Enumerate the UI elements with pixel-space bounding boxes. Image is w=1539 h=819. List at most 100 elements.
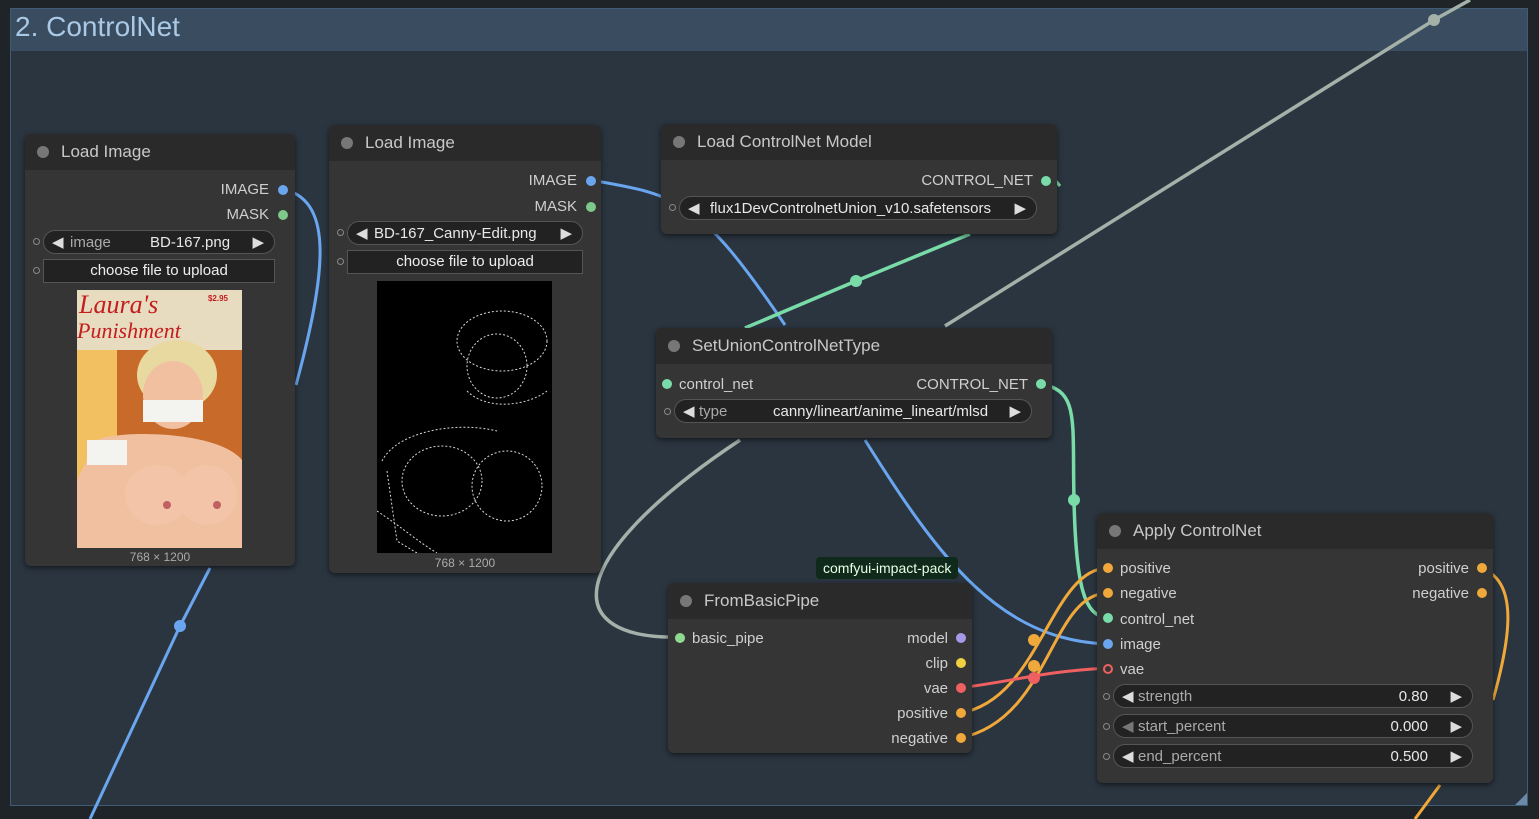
widget-input-dot[interactable] <box>669 204 676 211</box>
output-clip-socket[interactable] <box>956 658 966 668</box>
image-select[interactable]: ◀ BD-167_Canny-Edit.png ▶ <box>347 221 583 245</box>
widget-input-dot[interactable] <box>33 238 40 245</box>
input-basic-pipe-socket[interactable] <box>675 633 685 643</box>
output-mask-socket[interactable] <box>586 202 596 212</box>
controlnet-model-value: flux1DevControlnetUnion_v10.safetensors <box>710 200 991 217</box>
start-percent-slider[interactable]: ◀ start_percent 0.000 ▶ <box>1113 714 1473 738</box>
arrow-left-icon[interactable]: ◀ <box>683 402 695 420</box>
arrow-right-icon[interactable]: ▶ <box>1009 402 1021 420</box>
arrow-left-icon[interactable]: ◀ <box>1122 687 1134 705</box>
output-image-socket[interactable] <box>278 185 288 195</box>
wire-image-1-lower <box>88 567 212 819</box>
controlnet-model-select[interactable]: ◀ flux1DevControlnetUnion_v10.safetensor… <box>679 196 1037 220</box>
node-header[interactable]: Load Image <box>329 125 601 161</box>
collapse-dot-icon[interactable] <box>680 595 692 607</box>
widget-input-dot[interactable] <box>337 229 344 236</box>
node-header[interactable]: Load Image <box>25 134 295 170</box>
output-controlnet-socket[interactable] <box>1041 176 1051 186</box>
input-negative-socket[interactable] <box>1103 588 1113 598</box>
arrow-right-icon[interactable]: ▶ <box>1450 687 1462 705</box>
arrow-left-icon[interactable]: ◀ <box>356 224 368 242</box>
output-image-socket[interactable] <box>586 176 596 186</box>
arrow-left-icon[interactable]: ◀ <box>52 233 64 251</box>
output-negative-socket[interactable] <box>1477 588 1487 598</box>
wire-reroute-dot <box>1428 14 1440 26</box>
set-union-controlnet-type-node[interactable]: SetUnionControlNetType control_net CONTR… <box>656 328 1052 438</box>
load-image-node-1[interactable]: Load Image IMAGE MASK ◀ image BD-167.png… <box>25 134 295 566</box>
output-positive-label: positive <box>897 705 948 722</box>
output-model-label: model <box>907 630 948 647</box>
input-image-label: image <box>1120 636 1161 653</box>
output-vae-label: vae <box>923 680 948 697</box>
collapse-dot-icon[interactable] <box>341 137 353 149</box>
upload-button[interactable]: choose file to upload <box>43 259 275 283</box>
input-controlnet-socket[interactable] <box>1103 613 1113 623</box>
output-mask-label: MASK <box>534 198 577 215</box>
image-select[interactable]: ◀ image BD-167.png ▶ <box>43 230 275 254</box>
end-percent-value: 0.500 <box>1390 748 1428 765</box>
output-positive-socket[interactable] <box>1477 563 1487 573</box>
output-mask-socket[interactable] <box>278 210 288 220</box>
type-select[interactable]: ◀ type canny/lineart/anime_lineart/mlsd … <box>674 399 1032 423</box>
widget-input-dot[interactable] <box>1103 723 1110 730</box>
output-controlnet-socket[interactable] <box>1036 379 1046 389</box>
collapse-dot-icon[interactable] <box>673 136 685 148</box>
type-select-value: canny/lineart/anime_lineart/mlsd <box>773 403 989 420</box>
node-header[interactable]: SetUnionControlNetType <box>656 328 1052 364</box>
widget-input-dot[interactable] <box>1103 753 1110 760</box>
output-controlnet-label: CONTROL_NET <box>916 376 1028 393</box>
widget-input-dot[interactable] <box>337 258 344 265</box>
arrow-right-icon[interactable]: ▶ <box>1450 747 1462 765</box>
input-positive-label: positive <box>1120 560 1171 577</box>
output-controlnet-label: CONTROL_NET <box>921 172 1033 189</box>
arrow-left-icon[interactable]: ◀ <box>688 199 700 217</box>
arrow-right-icon[interactable]: ▶ <box>1450 717 1462 735</box>
arrow-left-icon[interactable]: ◀ <box>1122 747 1134 765</box>
widget-input-dot[interactable] <box>33 267 40 274</box>
canny-edges-illustration <box>377 310 548 553</box>
input-controlnet-socket[interactable] <box>662 379 672 389</box>
widget-input-dot[interactable] <box>1103 693 1110 700</box>
collapse-dot-icon[interactable] <box>668 340 680 352</box>
input-positive-socket[interactable] <box>1103 563 1113 573</box>
load-image-node-2[interactable]: Load Image IMAGE MASK ◀ BD-167_Canny-Edi… <box>329 125 601 573</box>
arrow-left-icon[interactable]: ◀ <box>1122 717 1134 735</box>
input-image-socket[interactable] <box>1103 639 1113 649</box>
node-header[interactable]: FromBasicPipe <box>668 583 972 619</box>
node-title: FromBasicPipe <box>704 591 820 610</box>
output-vae-socket[interactable] <box>956 683 966 693</box>
arrow-right-icon[interactable]: ▶ <box>560 224 572 242</box>
node-title: Load ControlNet Model <box>697 132 872 151</box>
apply-controlnet-node[interactable]: Apply ControlNet positive negative contr… <box>1097 513 1493 783</box>
input-basic-pipe-label: basic_pipe <box>692 630 764 647</box>
output-negative-socket[interactable] <box>956 733 966 743</box>
end-percent-slider[interactable]: ◀ end_percent 0.500 ▶ <box>1113 744 1473 768</box>
arrow-right-icon[interactable]: ▶ <box>252 233 264 251</box>
upload-button[interactable]: choose file to upload <box>347 250 583 274</box>
collapse-dot-icon[interactable] <box>37 146 49 158</box>
input-vae-label: vae <box>1120 661 1145 678</box>
type-select-label: type <box>699 403 728 420</box>
load-controlnet-node[interactable]: Load ControlNet Model CONTROL_NET ◀ flux… <box>661 124 1057 234</box>
node-header[interactable]: Load ControlNet Model <box>661 124 1057 160</box>
start-percent-value: 0.000 <box>1390 718 1428 735</box>
input-controlnet-label: control_net <box>679 376 754 393</box>
collapse-dot-icon[interactable] <box>1109 525 1121 537</box>
cover-title-line-2: Punishment <box>77 318 181 343</box>
arrow-right-icon[interactable]: ▶ <box>1014 199 1026 217</box>
from-basic-pipe-node[interactable]: FromBasicPipe basic_pipe model clip vae … <box>668 583 972 753</box>
output-clip-label: clip <box>925 655 948 672</box>
wire-reroute-dot <box>174 620 186 632</box>
start-percent-label: start_percent <box>1138 718 1226 735</box>
node-title: Load Image <box>365 133 455 152</box>
input-vae-socket[interactable] <box>1103 664 1113 674</box>
node-title: Load Image <box>61 142 151 161</box>
output-positive-socket[interactable] <box>956 708 966 718</box>
strength-slider[interactable]: ◀ strength 0.80 ▶ <box>1113 684 1473 708</box>
wire-out-lower <box>1413 784 1442 819</box>
output-model-socket[interactable] <box>956 633 966 643</box>
image-select-value: BD-167_Canny-Edit.png <box>374 225 537 242</box>
cover-price: $2.95 <box>207 294 228 303</box>
widget-input-dot[interactable] <box>664 408 671 415</box>
node-header[interactable]: Apply ControlNet <box>1097 513 1493 549</box>
